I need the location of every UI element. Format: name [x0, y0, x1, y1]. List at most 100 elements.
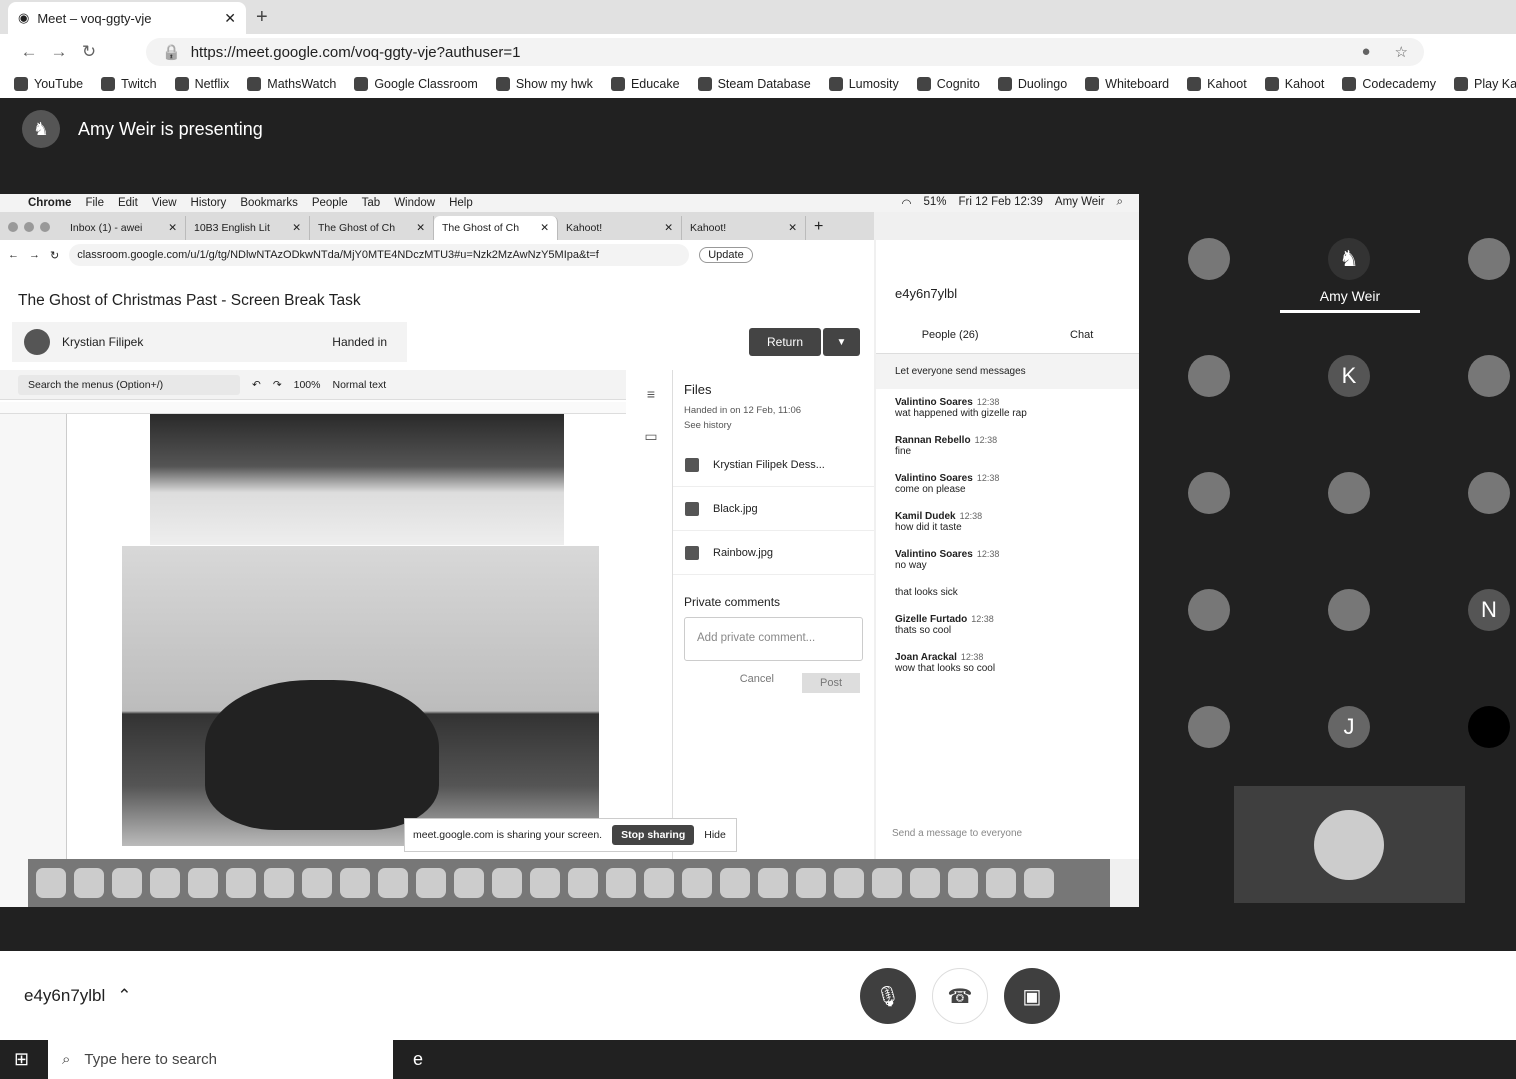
inner-tab: Inbox (1) - awei ✕ [62, 216, 186, 240]
undo-icon: ↶ [252, 378, 261, 391]
inner-navbar: ← → ↻ classroom.google.com/u/1/g/tg/NDlw… [0, 240, 874, 270]
new-tab-button[interactable]: + [256, 6, 268, 29]
chat-input: Send a message to everyone [892, 828, 1023, 839]
participant-tile[interactable] [1468, 706, 1510, 748]
inner-tab: 10B3 English Lit ✕ [186, 216, 310, 240]
meeting-details[interactable]: e4y6n7ylbl ⌃ [24, 986, 132, 1006]
participant-tile[interactable] [1328, 589, 1370, 631]
menu-item: Window [394, 197, 436, 209]
chat-message: Joan Arackal 12:38 wow that looks so cool [895, 652, 996, 674]
star-icon[interactable]: ☆ [1395, 43, 1408, 61]
menu-item: Tab [361, 197, 381, 209]
participant-tile[interactable] [1188, 706, 1230, 748]
let-everyone-toggle: Let everyone send messages [876, 354, 1139, 389]
menu-item: Bookmarks [240, 197, 298, 209]
windows-taskbar: ⊞ ⌕ Type here to search e [0, 1040, 1516, 1079]
participant-tile[interactable] [1468, 355, 1510, 397]
file-item: Black.jpg [673, 487, 874, 531]
menu-item: Chrome [28, 197, 72, 209]
taskbar-search-placeholder: Type here to search [84, 1051, 217, 1068]
record-icon: ◉ [18, 10, 30, 25]
taskbar-search[interactable]: ⌕ Type here to search [48, 1040, 393, 1079]
inner-tab-active: The Ghost of Ch ✕ [434, 216, 558, 240]
participant-tile[interactable] [1188, 238, 1230, 280]
menu-item: Help [449, 197, 473, 209]
participant-tile[interactable] [1468, 472, 1510, 514]
bookmark[interactable]: Netflix [174, 77, 229, 91]
return-button: Return [749, 328, 821, 356]
hide-button: Hide [704, 829, 726, 841]
mic-off-button[interactable]: 🎙 [860, 968, 916, 1024]
bookmark[interactable]: Educake [610, 77, 680, 91]
mic-icon[interactable]: ● [1361, 43, 1370, 61]
presenter-banner: ♞ Amy Weir is presenting [22, 110, 263, 148]
back-icon[interactable]: ← [14, 42, 44, 62]
participant-tile[interactable] [1328, 472, 1370, 514]
back-icon: ← [8, 249, 19, 261]
menu-item: File [85, 197, 104, 209]
edge-icon[interactable]: e [413, 1049, 423, 1070]
tab-title: Meet – voq-ggty-vje [37, 10, 152, 26]
bookmark[interactable]: Kahoot [1264, 77, 1324, 91]
meeting-code: e4y6n7ylbl [24, 986, 106, 1005]
url-text: https://meet.google.com/voq-ggty-vje?aut… [190, 43, 521, 61]
chevron-up-icon[interactable]: ⌃ [117, 986, 131, 1006]
file-item: Krystian Filipek Dess... [673, 443, 874, 487]
participant-tile[interactable] [1188, 355, 1230, 397]
menu-item: Edit [117, 197, 138, 209]
style-select: Normal text [332, 378, 387, 391]
docs-search: Search the menus (Option+/) [18, 374, 240, 395]
classroom-page: The Ghost of Christmas Past - Screen Bre… [0, 270, 874, 907]
participant-tile[interactable]: K [1328, 355, 1370, 397]
bookmarks-bar: YouTube Twitch Netflix MathsWatch Google… [0, 70, 1516, 98]
chat-message: Gizelle Furtado 12:38 thats so cool [895, 614, 994, 636]
reload-icon[interactable]: ↻ [74, 42, 104, 62]
chat-message: Valintino Soares 12:38 wat happened with g… [895, 397, 1027, 419]
bookmark[interactable]: Whiteboard [1085, 77, 1169, 91]
bookmark[interactable]: Play Kahoot [1454, 77, 1516, 91]
status-text: Handed in [332, 335, 387, 349]
participant-tile-presenter[interactable]: ♞ [1328, 238, 1370, 280]
bookmark[interactable]: Google Classroom [354, 77, 478, 91]
bookmark[interactable]: Duolingo [997, 77, 1067, 91]
files-title: Files [684, 382, 712, 397]
bookmark[interactable]: Cognito [916, 77, 980, 91]
inner-tab: The Ghost of Ch ✕ [310, 216, 434, 240]
bookmark[interactable]: Show my hwk [495, 77, 593, 91]
participant-tile[interactable] [1188, 589, 1230, 631]
chevron-down-icon: ▼ [823, 328, 860, 356]
shared-screen: Chrome File Edit View History Bookmarks … [0, 194, 1139, 907]
participant-tile[interactable] [1188, 472, 1230, 514]
student-name: Krystian Filipek [62, 335, 144, 349]
sharing-bar: meet.google.com is sharing your screen. … [404, 818, 737, 852]
close-tab-icon[interactable]: ✕ [224, 10, 236, 27]
list-icon: ≡ [646, 386, 656, 402]
address-bar[interactable]: 🔒 https://meet.google.com/voq-ggty-vje?a… [146, 38, 1424, 66]
mac-menubar: Chrome File Edit View History Bookmarks … [0, 194, 1139, 212]
bookmark[interactable]: Lumosity [828, 77, 899, 91]
hang-up-button[interactable]: ☎ [932, 968, 988, 1024]
bookmark[interactable]: MathsWatch [247, 77, 336, 91]
chat-messages: Valintino Soares 12:38 wat happened with g… [876, 389, 1139, 682]
forward-icon[interactable]: → [44, 42, 74, 62]
bookmark[interactable]: Codecademy [1342, 77, 1436, 91]
menu-item: History [190, 197, 227, 209]
bookmark[interactable]: Kahoot [1187, 77, 1247, 91]
wifi-icon: ◠ [901, 198, 912, 210]
zoom-select: 100% [293, 378, 321, 391]
camera-off-button[interactable]: ▣ [1004, 968, 1060, 1024]
participant-tile[interactable]: J [1328, 706, 1370, 748]
forward-icon: → [29, 249, 40, 261]
participant-tile[interactable] [1468, 238, 1510, 280]
tab-meet[interactable]: ◉ Meet – voq-ggty-vje ✕ [8, 2, 246, 34]
participant-tile[interactable]: N [1468, 589, 1510, 631]
bookmark[interactable]: Twitch [101, 77, 157, 91]
windows-start-icon[interactable]: ⊞ [14, 1049, 29, 1070]
redo-icon: ↷ [272, 378, 282, 391]
tab-people: People (26) [921, 329, 979, 341]
bookmark[interactable]: Steam Database [697, 77, 811, 91]
sharing-text: meet.google.com is sharing your screen. [413, 829, 603, 841]
bookmark[interactable]: YouTube [14, 77, 83, 91]
menu-item: View [151, 197, 177, 209]
mac-dock [28, 859, 1110, 907]
